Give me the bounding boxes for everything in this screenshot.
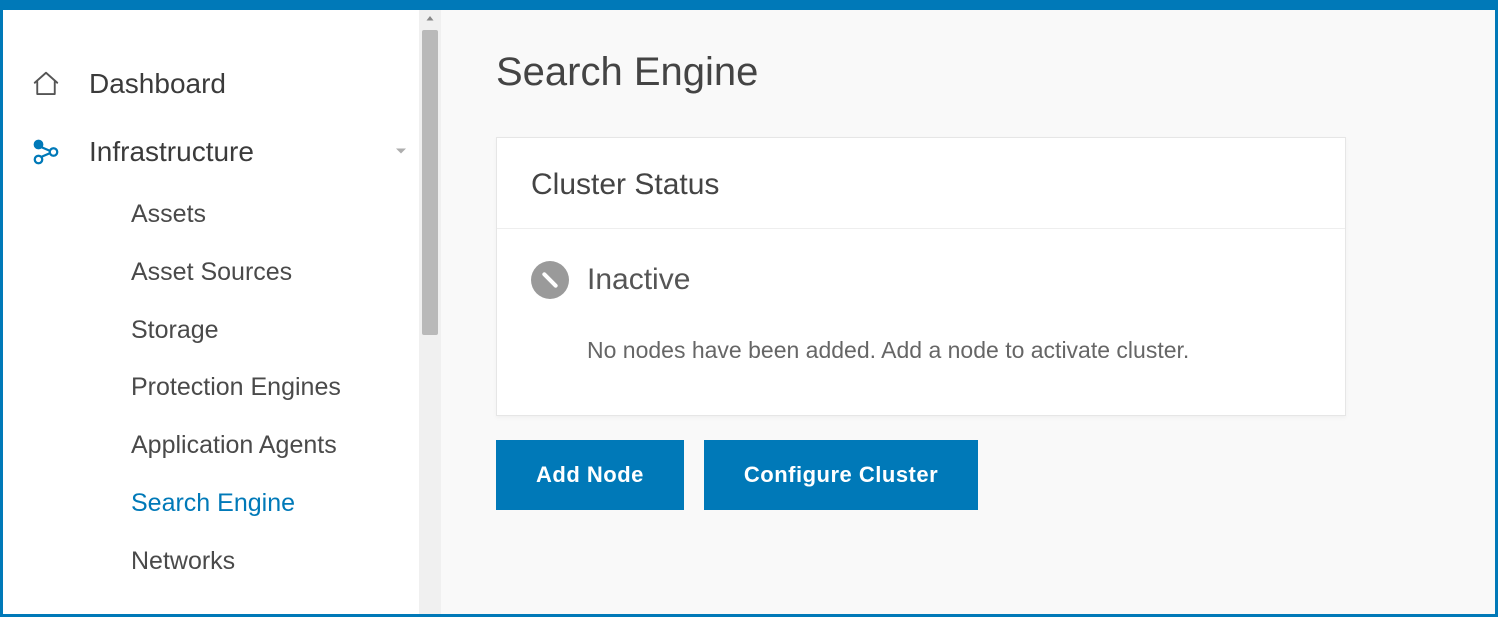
sidebar-subitem-label: Application Agents <box>131 431 337 459</box>
sidebar-subitem-networks[interactable]: Networks <box>3 533 441 591</box>
main-content: Search Engine Cluster Status Inactive No… <box>441 10 1495 614</box>
button-row: Add Node Configure Cluster <box>496 440 1440 510</box>
sidebar-subitem-label: Storage <box>131 316 219 344</box>
configure-cluster-button[interactable]: Configure Cluster <box>704 440 978 510</box>
inactive-icon <box>531 261 569 299</box>
sidebar-subitem-application-agents[interactable]: Application Agents <box>3 417 441 475</box>
card-body: Inactive No nodes have been added. Add a… <box>497 229 1345 415</box>
sidebar-subitem-assets[interactable]: Assets <box>3 186 441 244</box>
page-title: Search Engine <box>496 50 1440 95</box>
chevron-down-icon <box>391 136 411 168</box>
status-line: Inactive <box>531 261 1311 299</box>
sidebar-subitem-label: Assets <box>131 200 206 228</box>
sidebar-subitem-protection-engines[interactable]: Protection Engines <box>3 359 441 417</box>
sidebar-subitem-label: Protection Engines <box>131 373 341 401</box>
sidebar-subitem-label: Asset Sources <box>131 258 292 286</box>
sidebar-subitem-label: Networks <box>131 547 235 575</box>
sidebar-item-label: Dashboard <box>89 68 226 100</box>
sidebar-subitem-storage[interactable]: Storage <box>3 302 441 360</box>
status-label: Inactive <box>587 263 690 297</box>
add-node-button[interactable]: Add Node <box>496 440 684 510</box>
cluster-status-card: Cluster Status Inactive No nodes have be… <box>496 137 1346 416</box>
app-frame: Dashboard Infrastructure <box>3 10 1495 614</box>
sidebar-subitem-label: Search Engine <box>131 489 295 517</box>
sidebar-subitem-search-engine[interactable]: Search Engine <box>3 475 441 533</box>
window-border: Dashboard Infrastructure <box>0 0 1498 617</box>
status-description: No nodes have been added. Add a node to … <box>587 329 1227 373</box>
sidebar: Dashboard Infrastructure <box>3 10 441 614</box>
scrollbar-thumb[interactable] <box>422 30 438 335</box>
scrollbar[interactable] <box>419 10 441 614</box>
sidebar-item-label: Infrastructure <box>89 136 254 168</box>
home-icon <box>31 69 71 99</box>
infrastructure-icon <box>31 137 71 167</box>
sidebar-item-infrastructure[interactable]: Infrastructure <box>3 118 441 186</box>
sidebar-item-dashboard[interactable]: Dashboard <box>3 50 441 118</box>
scroll-up-arrow-icon[interactable] <box>419 10 441 28</box>
card-heading: Cluster Status <box>497 138 1345 229</box>
sidebar-subitem-asset-sources[interactable]: Asset Sources <box>3 244 441 302</box>
